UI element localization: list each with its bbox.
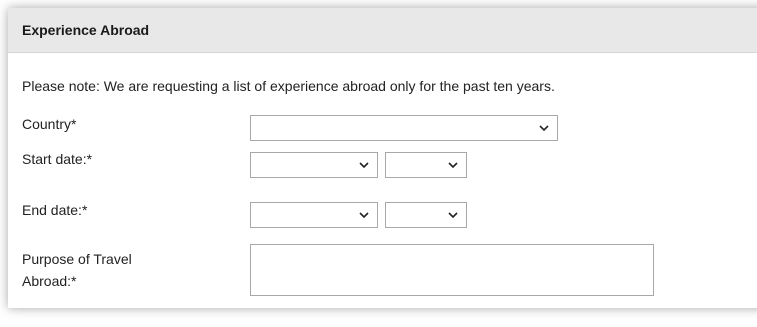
end-date-month-select[interactable] — [250, 202, 378, 228]
panel-header: Experience Abroad — [8, 8, 757, 53]
country-select[interactable] — [250, 115, 558, 141]
chevron-down-icon — [448, 212, 458, 219]
info-note: Please note: We are requesting a list of… — [22, 78, 555, 94]
country-label: Country* — [22, 116, 77, 132]
purpose-label-line1: Purpose of Travel — [22, 251, 132, 267]
page: Experience Abroad Please note: We are re… — [0, 0, 757, 327]
purpose-label-line2: Abroad:* — [22, 273, 77, 289]
chevron-down-icon — [539, 125, 549, 132]
panel-title: Experience Abroad — [22, 22, 150, 38]
start-date-year-select[interactable] — [385, 152, 467, 178]
chevron-down-icon — [448, 162, 458, 169]
experience-abroad-panel: Experience Abroad Please note: We are re… — [8, 8, 757, 308]
end-date-label: End date:* — [22, 202, 88, 218]
chevron-down-icon — [359, 162, 369, 169]
start-date-month-select[interactable] — [250, 152, 378, 178]
chevron-down-icon — [359, 212, 369, 219]
purpose-textarea[interactable] — [250, 244, 654, 296]
end-date-year-select[interactable] — [385, 202, 467, 228]
start-date-label: Start date:* — [22, 151, 93, 167]
